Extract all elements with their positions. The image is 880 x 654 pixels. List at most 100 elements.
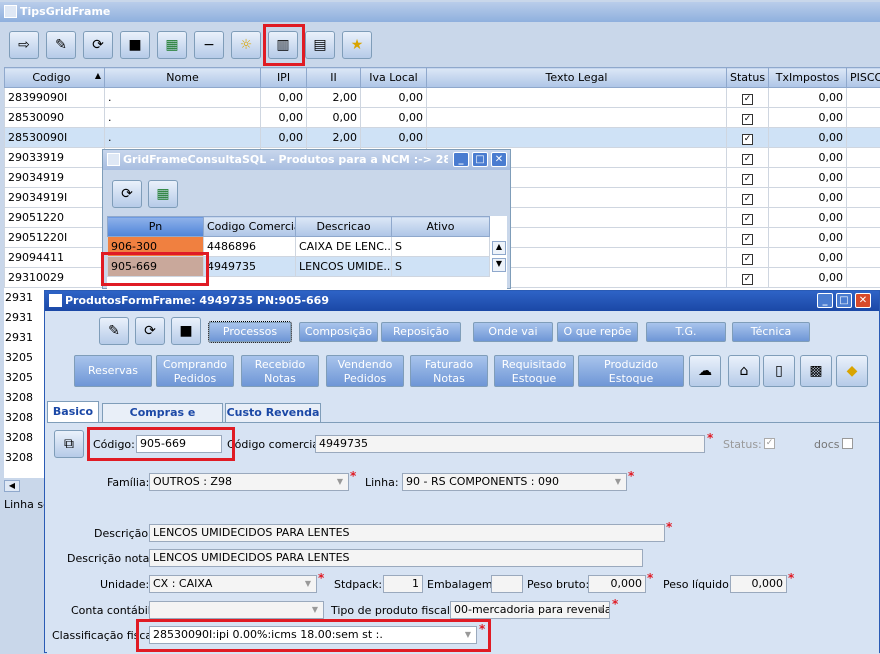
cell-iva[interactable]: 0,00 bbox=[361, 128, 427, 148]
refresh-icon[interactable]: ⟳ bbox=[83, 31, 113, 59]
nav-button-3[interactable]: Onde vai bbox=[473, 322, 553, 342]
cell-status[interactable]: ✓ bbox=[727, 268, 769, 288]
minimize-icon[interactable]: _ bbox=[453, 152, 469, 167]
action-button-3[interactable]: VendendoPedidos bbox=[326, 355, 404, 387]
list-item[interactable]: 3205 bbox=[4, 368, 44, 388]
cell-codigo[interactable]: 29051220 bbox=[5, 208, 105, 228]
peso-liquido-field[interactable]: 0,000 bbox=[730, 575, 787, 593]
action-button-6[interactable]: ProduzidoEstoque bbox=[578, 355, 684, 387]
list-item[interactable]: 3208 bbox=[4, 448, 44, 468]
cell-ii[interactable]: 0,00 bbox=[307, 108, 361, 128]
status-checkbox[interactable]: ✓ bbox=[742, 214, 753, 225]
cell-nome[interactable]: . bbox=[105, 128, 261, 148]
cell-status[interactable]: ✓ bbox=[727, 108, 769, 128]
cell-codigo[interactable]: 28530090 bbox=[5, 108, 105, 128]
descricao-field[interactable]: LENCOS UMIDECIDOS PARA LENTES bbox=[149, 524, 665, 542]
cell-status[interactable]: ✓ bbox=[727, 208, 769, 228]
cell-desc[interactable]: LENCOS UMIDE... bbox=[296, 257, 392, 277]
cell-ativo[interactable]: S bbox=[392, 257, 490, 277]
bulb-icon[interactable]: ☼ bbox=[231, 31, 261, 59]
box-icon[interactable]: ◆ bbox=[836, 355, 868, 387]
cell-texto[interactable] bbox=[427, 128, 727, 148]
import-icon[interactable]: ⇨ bbox=[9, 31, 39, 59]
list-item[interactable]: 2931 bbox=[4, 288, 44, 308]
docs-checkbox[interactable] bbox=[842, 438, 853, 449]
cell-tx[interactable]: 0,00 bbox=[769, 208, 847, 228]
cell-codigo[interactable]: 28530090I bbox=[5, 128, 105, 148]
col-ipi[interactable]: IPI bbox=[261, 68, 307, 88]
nav-button-6[interactable]: Técnica bbox=[732, 322, 810, 342]
nav-button-5[interactable]: T.G. bbox=[646, 322, 726, 342]
nav-button-4[interactable]: O que repõe bbox=[557, 322, 638, 342]
cell-codigo[interactable]: 29034919 bbox=[5, 168, 105, 188]
cell-tx[interactable]: 0,00 bbox=[769, 88, 847, 108]
cell-tx[interactable]: 0,00 bbox=[769, 248, 847, 268]
cell-tx[interactable]: 0,00 bbox=[769, 168, 847, 188]
cell-pisco[interactable] bbox=[847, 208, 880, 228]
cell-status[interactable]: ✓ bbox=[727, 188, 769, 208]
col-texto-legal[interactable]: Texto Legal bbox=[427, 68, 727, 88]
cell-pisco[interactable] bbox=[847, 148, 880, 168]
list-item[interactable]: 3205 bbox=[4, 348, 44, 368]
cloud-icon[interactable]: ☁ bbox=[689, 355, 721, 387]
cell-codigo[interactable]: 29033919 bbox=[5, 148, 105, 168]
cell-status[interactable]: ✓ bbox=[727, 248, 769, 268]
cell-ii[interactable]: 2,00 bbox=[307, 128, 361, 148]
col-pn[interactable]: Pn bbox=[108, 217, 204, 237]
status-checkbox[interactable]: ✓ bbox=[742, 274, 753, 285]
col-codigo[interactable]: Codigo ▲ bbox=[5, 68, 105, 88]
scroll-left-icon[interactable]: ◀ bbox=[4, 480, 20, 492]
form-refresh-icon[interactable]: ⟳ bbox=[135, 317, 165, 345]
scroll-up-icon[interactable]: ▲ bbox=[492, 241, 506, 255]
cell-status[interactable]: ✓ bbox=[727, 88, 769, 108]
status-checkbox[interactable]: ✓ bbox=[742, 134, 753, 145]
status-checkbox[interactable]: ✓ bbox=[742, 154, 753, 165]
list-item[interactable]: 2931 bbox=[4, 308, 44, 328]
col-pisco[interactable]: PISCO bbox=[847, 68, 880, 88]
list-item[interactable]: 3208 bbox=[4, 408, 44, 428]
table-row[interactable]: 28530090.0,000,000,00✓0,00 bbox=[5, 108, 880, 128]
cell-tx[interactable]: 0,00 bbox=[769, 188, 847, 208]
cell-ipi[interactable]: 0,00 bbox=[261, 88, 307, 108]
report-icon[interactable]: ▤ bbox=[305, 31, 335, 59]
star-icon[interactable]: ★ bbox=[342, 31, 372, 59]
tab-custo-revenda[interactable]: Custo Revenda bbox=[225, 403, 321, 423]
cell-codigo[interactable]: 29034919I bbox=[5, 188, 105, 208]
cell-desc[interactable]: CAIXA DE LENC... bbox=[296, 237, 392, 257]
cell-tx[interactable]: 0,00 bbox=[769, 108, 847, 128]
status-checkbox[interactable]: ✓ bbox=[742, 234, 753, 245]
cell-codigo[interactable]: 29094411 bbox=[5, 248, 105, 268]
action-button-5[interactable]: RequisitadoEstoque bbox=[494, 355, 574, 387]
conta-contabil-combo[interactable]: ▼ bbox=[149, 601, 324, 619]
cell-nome[interactable]: . bbox=[105, 108, 261, 128]
cell-ipi[interactable]: 0,00 bbox=[261, 108, 307, 128]
excel-icon[interactable]: ▦ bbox=[157, 31, 187, 59]
cell-tx[interactable]: 0,00 bbox=[769, 268, 847, 288]
cell-pisco[interactable] bbox=[847, 248, 880, 268]
col-ii[interactable]: II bbox=[307, 68, 361, 88]
maximize-icon[interactable]: □ bbox=[472, 152, 488, 167]
cell-pisco[interactable] bbox=[847, 108, 880, 128]
tab-basico[interactable]: Basico bbox=[47, 401, 99, 423]
cell-codigo[interactable]: 28399090I bbox=[5, 88, 105, 108]
cell-cc[interactable]: 4949735 bbox=[204, 257, 296, 277]
close-icon[interactable]: ✕ bbox=[855, 293, 871, 308]
col-nome[interactable]: Nome bbox=[105, 68, 261, 88]
list-item[interactable]: 3208 bbox=[4, 428, 44, 448]
cell-iva[interactable]: 0,00 bbox=[361, 88, 427, 108]
form-edit-icon[interactable]: ✎ bbox=[99, 317, 129, 345]
peso-bruto-field[interactable]: 0,000 bbox=[588, 575, 646, 593]
cell-texto[interactable] bbox=[427, 108, 727, 128]
cell-codigo[interactable]: 29310029 bbox=[5, 268, 105, 288]
cell-tx[interactable]: 0,00 bbox=[769, 228, 847, 248]
remove-icon[interactable]: − bbox=[194, 31, 224, 59]
edit-icon[interactable]: ✎ bbox=[46, 31, 76, 59]
save-icon[interactable]: ■ bbox=[120, 31, 150, 59]
unidade-combo[interactable]: CX : CAIXA▼ bbox=[149, 575, 317, 593]
table-row[interactable]: 28399090I.0,002,000,00✓0,00 bbox=[5, 88, 880, 108]
cell-status[interactable]: ✓ bbox=[727, 128, 769, 148]
minimize-icon[interactable]: _ bbox=[817, 293, 833, 308]
scroll-down-icon[interactable]: ▼ bbox=[492, 258, 506, 272]
cell-pisco[interactable] bbox=[847, 168, 880, 188]
status-checkbox[interactable]: ✓ bbox=[764, 438, 775, 449]
